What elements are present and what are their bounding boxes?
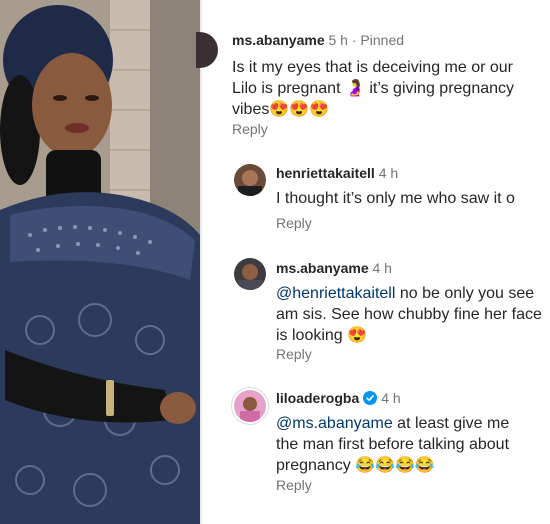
comment-time: 4 h xyxy=(378,165,399,181)
woman-photo-illustration xyxy=(0,0,200,524)
comment-text: Is it my eyes that is deceiving me or ou… xyxy=(232,59,515,118)
comment-time: 4 h xyxy=(381,390,401,406)
avatar-face-icon xyxy=(238,170,262,196)
comment-header: liloaderogba 4 h xyxy=(276,390,401,406)
comment-text: @henriettakaitell no be only you see am … xyxy=(276,283,544,346)
avatar[interactable] xyxy=(196,32,218,68)
comment-time: 5 h xyxy=(328,32,348,48)
comment-username[interactable]: liloaderogba xyxy=(276,390,359,406)
verified-badge-icon xyxy=(363,391,378,405)
reply-button[interactable]: Reply xyxy=(276,215,312,231)
meta-separator: · xyxy=(347,32,361,48)
comment-username[interactable]: ms.abanyame xyxy=(232,32,325,48)
avatar[interactable] xyxy=(234,258,266,290)
comment-3: ms.abanyame 4 h @henriettakaitell no be … xyxy=(202,250,550,380)
comment-4: liloaderogba 4 h @ms.abanyame at least gi… xyxy=(202,380,550,524)
comment-username[interactable]: henriettakaitell xyxy=(276,165,375,181)
comment-header: henriettakaitell 4 h xyxy=(276,165,398,181)
comment-header: ms.abanyame 5 h · Pinned xyxy=(232,32,404,48)
pinned-label: Pinned xyxy=(360,32,405,48)
comment-username[interactable]: ms.abanyame xyxy=(276,260,369,276)
comment-time: 4 h xyxy=(372,260,392,276)
comment-header: ms.abanyame 4 h xyxy=(276,260,392,276)
comment-text: @ms.abanyame at least give me the man fi… xyxy=(276,413,526,476)
reply-button[interactable]: Reply xyxy=(232,121,268,137)
comment-1: ms.abanyame 5 h · Pinned Is it my eyes t… xyxy=(196,0,550,150)
avatar[interactable] xyxy=(234,390,266,422)
post-photo xyxy=(0,0,200,524)
avatar-face-icon xyxy=(238,264,262,290)
avatar[interactable] xyxy=(234,164,266,196)
comment-2: henriettakaitell 4 h I thought it’s only… xyxy=(202,150,550,250)
reply-button[interactable]: Reply xyxy=(276,346,312,362)
comment-text: I thought it’s only me who saw it o xyxy=(276,190,515,207)
comments-panel: ms.abanyame 5 h · Pinned Is it my eyes t… xyxy=(196,0,550,524)
avatar-face-icon xyxy=(240,397,260,422)
reply-button[interactable]: Reply xyxy=(276,477,312,493)
mention-link[interactable]: @henriettakaitell xyxy=(276,285,395,302)
mention-link[interactable]: @ms.abanyame xyxy=(276,415,393,432)
